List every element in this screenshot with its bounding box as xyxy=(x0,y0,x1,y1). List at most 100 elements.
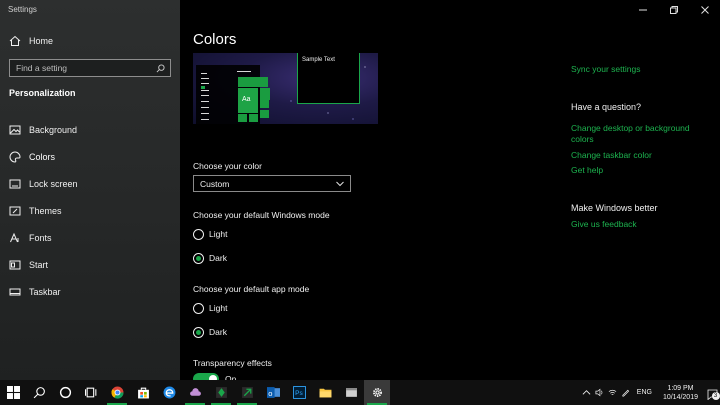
preview-sample-text: Sample Text xyxy=(302,57,335,63)
app-arrow-button[interactable] xyxy=(234,380,260,405)
edge-app-button[interactable] xyxy=(156,380,182,405)
outlook-app-button[interactable]: o xyxy=(260,380,286,405)
feedback-heading: Make Windows better xyxy=(571,203,658,213)
sync-settings-link[interactable]: Sync your settings xyxy=(571,64,711,75)
task-view-button[interactable] xyxy=(78,380,104,405)
cloud-app-icon xyxy=(189,388,201,396)
window-app-icon xyxy=(345,388,357,397)
window-controls xyxy=(627,0,720,20)
app-mode-light-radio[interactable]: Light xyxy=(193,301,227,315)
radio-circle[interactable] xyxy=(193,302,204,314)
section-title: Personalization xyxy=(9,88,76,98)
sidebar-item-fonts[interactable]: Fonts xyxy=(0,224,180,251)
task-view-icon xyxy=(84,387,96,398)
choose-color-dropdown[interactable]: Custom xyxy=(193,175,351,192)
change-taskbar-color-link[interactable]: Change taskbar color xyxy=(571,150,711,161)
sidebar-item-background[interactable]: Background xyxy=(0,116,180,143)
dropdown-selected-value: Custom xyxy=(200,178,230,189)
give-feedback-link[interactable]: Give us feedback xyxy=(571,219,711,230)
page-title: Colors xyxy=(193,31,237,48)
volume-button[interactable] xyxy=(593,380,606,405)
notification-badge: 3 xyxy=(707,387,720,401)
chevron-up-icon xyxy=(582,390,591,395)
search-input[interactable] xyxy=(16,63,146,73)
clock[interactable]: 1:09 PM 10/14/2019 xyxy=(663,384,698,402)
input-language-indicator[interactable]: ENG xyxy=(637,389,652,396)
search-icon[interactable] xyxy=(156,63,165,73)
chrome-app-button[interactable] xyxy=(104,380,130,405)
sidebar-item-colors[interactable]: Colors xyxy=(0,143,180,170)
lock-screen-icon xyxy=(8,177,22,191)
app-mode-dark-radio[interactable]: Dark xyxy=(193,325,227,339)
sidebar-item-label: Themes xyxy=(29,205,62,216)
brush-icon xyxy=(8,204,22,218)
app-mode-label: Choose your default app mode xyxy=(193,284,310,294)
windows-mode-light-radio[interactable]: Light xyxy=(193,227,227,241)
radio-circle-checked[interactable] xyxy=(193,326,204,338)
palette-icon xyxy=(8,150,22,164)
taskbar-icon xyxy=(8,285,22,299)
file-explorer-button[interactable] xyxy=(312,380,338,405)
preview-aa-tile: Aa xyxy=(238,88,258,113)
action-center-button[interactable]: 3 xyxy=(704,380,720,405)
sidebar-item-label: Taskbar xyxy=(29,286,61,297)
preview-line xyxy=(237,71,251,72)
radio-label: Dark xyxy=(209,327,227,337)
sidebar-item-taskbar[interactable]: Taskbar xyxy=(0,278,180,305)
restore-button[interactable] xyxy=(658,0,689,20)
tray-overflow-button[interactable] xyxy=(580,380,593,405)
settings-app-button[interactable] xyxy=(364,380,390,405)
close-button[interactable] xyxy=(689,0,720,20)
cortana-button[interactable] xyxy=(52,380,78,405)
preview-tile xyxy=(249,114,258,122)
preview-line xyxy=(201,90,209,91)
wifi-icon xyxy=(608,389,617,396)
colors-page: Colors Aa Sample Text Choose your color … xyxy=(180,0,720,385)
choose-color-label: Choose your color xyxy=(193,161,262,171)
windows-mode-dark-radio[interactable]: Dark xyxy=(193,251,227,265)
windows-logo-icon xyxy=(6,386,20,399)
minimize-button[interactable] xyxy=(627,0,658,20)
app-window-button[interactable] xyxy=(338,380,364,405)
search-box[interactable] xyxy=(9,59,171,77)
taskbar-search-button[interactable] xyxy=(26,380,52,405)
network-button[interactable] xyxy=(606,380,619,405)
gear-icon xyxy=(372,388,382,397)
preview-line xyxy=(201,95,209,96)
radio-circle[interactable] xyxy=(193,228,204,240)
preview-dot xyxy=(201,86,205,89)
preview-tile xyxy=(238,114,247,122)
sidebar-item-lock-screen[interactable]: Lock screen xyxy=(0,170,180,197)
search-icon xyxy=(33,387,45,399)
window-preview: Sample Text xyxy=(297,53,360,104)
get-help-link[interactable]: Get help xyxy=(571,165,711,176)
home-nav-item[interactable]: Home xyxy=(0,31,180,51)
chrome-icon xyxy=(111,386,123,399)
taskbar: o Ps ENG 1:09 PM 10/14/2019 3 xyxy=(0,380,720,405)
preview-line xyxy=(201,107,209,108)
pen-button[interactable] xyxy=(619,380,632,405)
folder-icon xyxy=(319,388,331,398)
clock-time: 1:09 PM xyxy=(667,384,694,392)
start-button[interactable] xyxy=(0,380,26,405)
store-icon xyxy=(137,387,149,399)
onenote-app-button[interactable] xyxy=(182,380,208,405)
preview-tile xyxy=(260,100,269,108)
preview-line xyxy=(201,73,207,74)
app-launcher-button[interactable] xyxy=(208,380,234,405)
change-background-colors-link[interactable]: Change desktop or background colors xyxy=(571,123,711,145)
radio-circle-checked[interactable] xyxy=(193,252,204,264)
speaker-icon xyxy=(595,388,603,397)
cortana-circle-icon xyxy=(59,386,71,399)
photoshop-app-button[interactable]: Ps xyxy=(286,380,312,405)
store-app-button[interactable] xyxy=(130,380,156,405)
close-icon xyxy=(700,6,709,14)
sidebar-item-start[interactable]: Start xyxy=(0,251,180,278)
clock-date: 10/14/2019 xyxy=(662,393,698,401)
svg-text:o: o xyxy=(268,389,272,398)
svg-text:Ps: Ps xyxy=(295,390,303,397)
question-heading: Have a question? xyxy=(571,102,642,112)
start-icon xyxy=(8,258,22,272)
sidebar-item-themes[interactable]: Themes xyxy=(0,197,180,224)
notification-count: 3 xyxy=(711,392,720,400)
